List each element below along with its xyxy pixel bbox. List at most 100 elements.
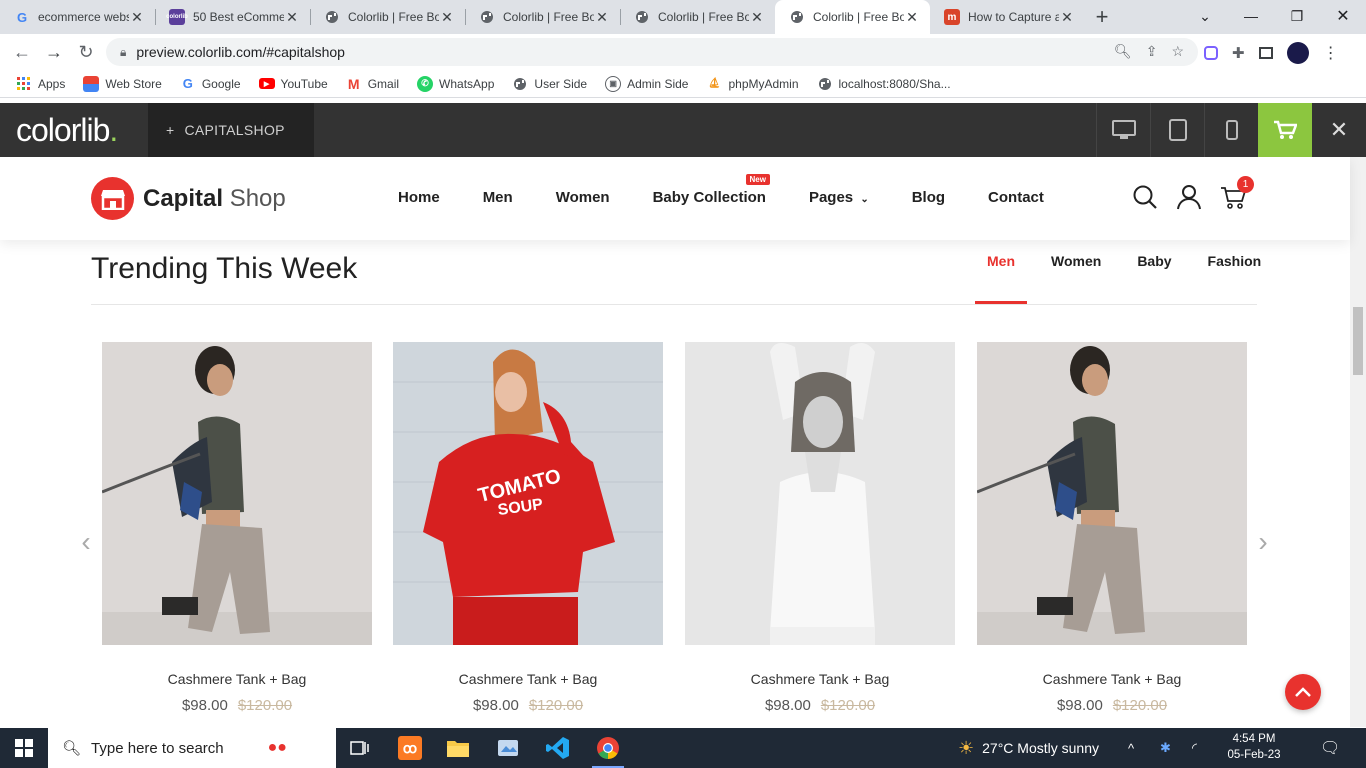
user-icon[interactable] — [1176, 184, 1202, 215]
site-logo[interactable]: Capital Shop — [91, 177, 286, 220]
product-image[interactable] — [685, 342, 955, 645]
xampp-icon[interactable]: ꝏ — [386, 728, 434, 768]
puzzle-icon[interactable]: ✚ — [1232, 44, 1245, 62]
bookmark-label: Gmail — [367, 76, 400, 91]
close-icon[interactable]: ✕ — [284, 9, 300, 25]
page-scrollbar[interactable] — [1350, 157, 1366, 727]
snipping-tool-icon[interactable] — [484, 728, 532, 768]
scroll-to-top-button[interactable] — [1285, 674, 1321, 710]
colorlib-logo[interactable]: colorlib. — [16, 112, 118, 149]
product-image[interactable] — [977, 342, 1247, 645]
product-name[interactable]: Cashmere Tank + Bag — [102, 671, 372, 687]
side-panel-icon[interactable] — [1258, 47, 1273, 59]
close-icon[interactable]: ✕ — [129, 9, 145, 25]
buy-cart-icon[interactable] — [1258, 103, 1312, 157]
menu-dots-icon[interactable]: ⋮ — [1323, 43, 1339, 63]
product-price: $98.00 $120.00 — [977, 697, 1247, 714]
carousel-prev-icon[interactable]: ‹ — [76, 526, 96, 557]
bluetooth-icon[interactable]: ✱ — [1160, 728, 1171, 768]
weather-widget[interactable]: ☀ 27°C Mostly sunny — [958, 728, 1099, 768]
product-card[interactable]: Cashmere Tank + Bag $98.00 $120.00 — [685, 342, 955, 714]
product-image[interactable] — [102, 342, 372, 645]
bookmark-web-store[interactable]: Web Store — [83, 75, 162, 92]
task-view-icon[interactable] — [336, 728, 384, 768]
restore-icon[interactable]: ❐ — [1274, 0, 1320, 32]
wifi-icon[interactable]: ◜ — [1192, 728, 1197, 768]
main-nav: Home Men Women Baby Collection New Pages… — [398, 174, 1087, 206]
close-icon[interactable]: ✕ — [439, 9, 455, 25]
bookmark-google[interactable]: G Google — [180, 76, 241, 92]
browser-tab[interactable]: colorlib 50 Best eComme ✕ — [155, 0, 310, 34]
chrome-icon[interactable] — [584, 728, 632, 768]
browser-tab-active[interactable]: Colorlib | Free Bo ✕ — [775, 0, 930, 34]
nav-pages[interactable]: Pages ⌄ — [809, 189, 869, 206]
browser-tab[interactable]: Colorlib | Free Bo ✕ — [310, 0, 465, 34]
bookmark-admin-side[interactable]: ▣ Admin Side — [605, 75, 688, 92]
browser-tab[interactable]: m How to Capture a ✕ — [930, 0, 1085, 34]
close-icon[interactable]: ✕ — [594, 9, 610, 25]
bookmark-apps[interactable]: Apps — [16, 76, 65, 92]
product-card[interactable]: Cashmere Tank + Bag $98.00 $120.00 — [977, 342, 1247, 714]
bookmark-gmail[interactable]: M Gmail — [346, 76, 399, 92]
minimize-icon[interactable]: — — [1228, 0, 1274, 32]
bookmark-user-side[interactable]: User Side — [512, 76, 587, 92]
desktop-icon[interactable] — [1096, 103, 1150, 157]
close-icon[interactable]: ✕ — [904, 9, 920, 25]
url-field[interactable]: 🔒︎ preview.colorlib.com/#capitalshop 🔍︎ … — [106, 38, 1198, 66]
new-tab-plus-icon[interactable]: + — [1085, 0, 1119, 34]
bookmark-star-icon[interactable]: ☆ — [1171, 43, 1184, 60]
avatar[interactable] — [1286, 42, 1309, 64]
nav-baby-collection[interactable]: Baby Collection New — [653, 174, 770, 206]
mobile-icon[interactable] — [1204, 103, 1258, 157]
bookmark-localhost[interactable]: localhost:8080/Sha... — [817, 76, 951, 92]
windows-start-icon[interactable] — [0, 728, 48, 768]
nav-men[interactable]: Men — [483, 189, 513, 206]
notifications-icon[interactable]: 🗨︎ — [1320, 728, 1340, 768]
extension-icon[interactable] — [1204, 46, 1218, 60]
vscode-icon[interactable] — [534, 728, 582, 768]
back-arrow-icon[interactable]: ← — [10, 40, 34, 64]
product-image[interactable]: TOMATO SOUP — [393, 342, 663, 645]
zoom-icon[interactable]: 🔍︎ — [1114, 43, 1132, 60]
product-name[interactable]: Cashmere Tank + Bag — [393, 671, 663, 687]
close-icon[interactable]: ✕ — [1059, 9, 1075, 25]
reload-icon[interactable]: ↻ — [74, 40, 98, 64]
bookmark-whatsapp[interactable]: ✆ WhatsApp — [417, 75, 494, 92]
search-icon[interactable] — [1132, 184, 1158, 215]
lock-icon[interactable]: 🔒︎ — [120, 45, 126, 60]
window-close-icon[interactable]: ✕ — [1320, 0, 1366, 32]
product-name[interactable]: Cashmere Tank + Bag — [977, 671, 1247, 687]
theme-selector[interactable]: + CAPITALSHOP — [148, 103, 314, 157]
tab-men[interactable]: Men — [975, 252, 1027, 304]
colorlib-preview-bar: colorlib. + CAPITALSHOP ✕ — [0, 103, 1366, 157]
tab-baby[interactable]: Baby — [1125, 252, 1183, 304]
share-icon[interactable]: ⇪ — [1146, 43, 1158, 60]
bookmark-phpmyadmin[interactable]: ⛵︎ phpMyAdmin — [706, 76, 798, 92]
tab-women[interactable]: Women — [1039, 252, 1113, 304]
show-hidden-icons-icon[interactable]: ^ — [1128, 728, 1134, 768]
nav-contact[interactable]: Contact — [988, 189, 1044, 206]
nav-blog[interactable]: Blog — [912, 189, 945, 206]
taskbar-search-field[interactable]: 🔍︎ Type here to search ●● — [48, 728, 336, 768]
product-card[interactable]: TOMATO SOUP Cashmere Tank + Bag $98.00 $1… — [393, 342, 663, 714]
price: $98.00 — [181, 697, 228, 714]
product-name[interactable]: Cashmere Tank + Bag — [685, 671, 955, 687]
clock[interactable]: 4:54 PM 05-Feb-23 — [1226, 731, 1282, 763]
close-icon[interactable]: ✕ — [749, 9, 765, 25]
nav-women[interactable]: Women — [556, 189, 610, 206]
tab-fashion[interactable]: Fashion — [1196, 252, 1274, 304]
cart-icon[interactable]: 1 — [1220, 176, 1254, 215]
bookmark-youtube[interactable]: ▶ YouTube — [258, 77, 328, 91]
carousel-next-icon[interactable]: › — [1253, 526, 1273, 557]
product-card[interactable]: Cashmere Tank + Bag $98.00 $120.00 — [102, 342, 372, 714]
forward-arrow-icon[interactable]: → — [42, 40, 66, 64]
browser-tab[interactable]: Colorlib | Free Bo ✕ — [620, 0, 775, 34]
browser-tab[interactable]: Colorlib | Free Bo ✕ — [465, 0, 620, 34]
close-preview-icon[interactable]: ✕ — [1312, 103, 1366, 157]
nav-home[interactable]: Home — [398, 189, 440, 206]
scrollbar-thumb[interactable] — [1353, 307, 1363, 375]
browser-tab[interactable]: G ecommerce webs ✕ — [0, 0, 155, 34]
file-explorer-icon[interactable] — [434, 728, 482, 768]
tablet-icon[interactable] — [1150, 103, 1204, 157]
tab-search-chevron-icon[interactable]: ⌄ — [1182, 0, 1228, 32]
